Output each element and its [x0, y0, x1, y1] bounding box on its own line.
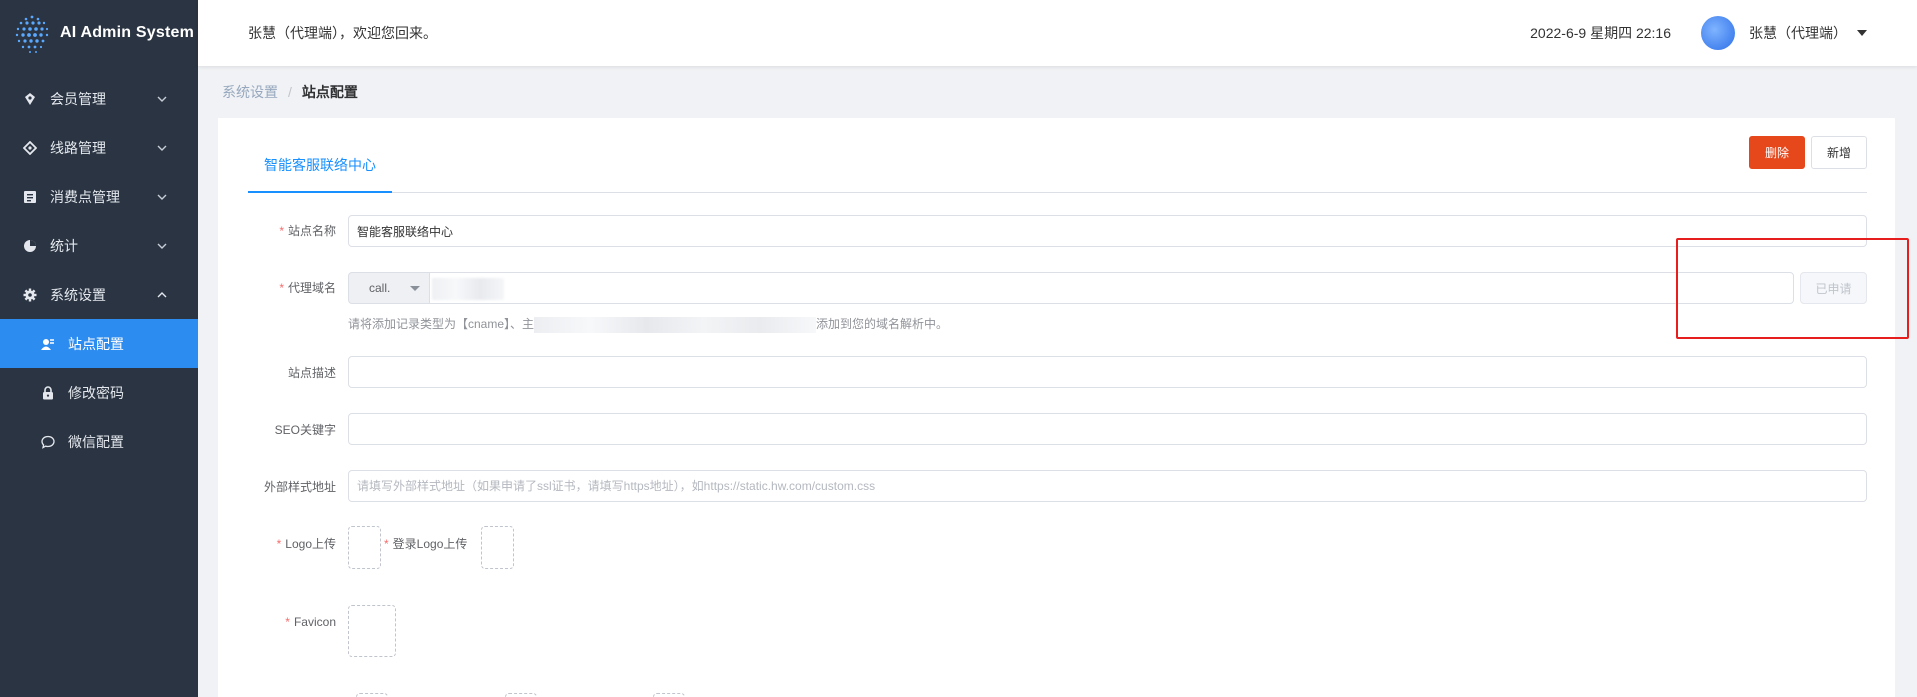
logo-upload-box[interactable]: [348, 526, 381, 569]
datetime: 2022-6-9 星期四 22:16: [1530, 25, 1671, 41]
required-mark: *: [279, 224, 284, 238]
breadcrumb-item-site-config: 站点配置: [301, 84, 358, 100]
logo-upload-label: * Logo上传: [276, 537, 336, 551]
member-icon: [22, 91, 38, 107]
tab-smart-service-center[interactable]: 智能客服联络中心: [248, 138, 392, 193]
domain-prefix-value: call.: [369, 281, 391, 295]
redacted-domain: [432, 278, 504, 300]
pie-chart-icon: [22, 238, 38, 254]
sidebar-item-label: 统计: [50, 237, 78, 254]
upload-box-partial[interactable]: [356, 693, 388, 697]
sidebar: AI Admin System 会员管理 线路管理 消费点管理 统计 系统设置: [0, 0, 198, 697]
sidebar-item-label: 消费点管理: [50, 188, 120, 205]
sidebar-item-member[interactable]: 会员管理: [0, 74, 198, 123]
delete-button[interactable]: 删除: [1749, 136, 1805, 169]
sidebar-item-label: 线路管理: [50, 139, 106, 156]
external-style-input[interactable]: [348, 470, 1867, 502]
required-mark: *: [279, 281, 284, 295]
avatar[interactable]: [1701, 16, 1735, 50]
sidebar-item-system-settings[interactable]: 系统设置: [0, 270, 198, 319]
site-name-label: * 站点名称: [279, 224, 336, 238]
sidebar-item-label: 微信配置: [68, 433, 124, 450]
caret-down-icon[interactable]: [1857, 30, 1867, 36]
sidebar-item-change-password[interactable]: 修改密码: [0, 368, 198, 417]
chevron-up-icon: [157, 291, 167, 297]
favicon-label: * Favicon: [285, 615, 336, 629]
proxy-domain-label: * 代理域名: [279, 281, 336, 295]
breadcrumb-separator: /: [288, 84, 292, 100]
required-mark: *: [276, 537, 282, 551]
highlight-box: [1676, 238, 1909, 339]
seo-keywords-label: SEO关键字: [274, 423, 336, 437]
upload-box-partial[interactable]: [505, 693, 537, 697]
chevron-down-icon: [157, 194, 167, 200]
welcome-message: 张慧（代理端），欢迎您回来。: [248, 25, 437, 41]
sidebar-item-site-config[interactable]: 站点配置: [0, 319, 198, 368]
login-logo-upload-label: * 登录Logo上传: [384, 537, 468, 551]
chevron-down-icon: [157, 145, 167, 151]
site-name-input[interactable]: [348, 215, 1867, 247]
redacted-hint: [534, 316, 817, 333]
external-style-label: 外部样式地址: [263, 480, 336, 494]
sidebar-item-label: 会员管理: [50, 90, 106, 107]
sidebar-item-route[interactable]: 线路管理: [0, 123, 198, 172]
chat-icon: [40, 434, 56, 450]
top-header: 张慧（代理端），欢迎您回来。 2022-6-9 星期四 22:16 张慧（代理端…: [198, 0, 1917, 66]
required-mark: *: [285, 615, 290, 629]
chevron-down-icon: [157, 96, 167, 102]
sidebar-item-label: 站点配置: [68, 335, 124, 352]
gear-icon: [22, 287, 38, 303]
brand[interactable]: AI Admin System: [0, 0, 198, 66]
consume-icon: [22, 189, 38, 205]
sidebar-item-stats[interactable]: 统计: [0, 221, 198, 270]
user-name[interactable]: 张慧（代理端）: [1749, 23, 1847, 43]
sidebar-item-wechat-config[interactable]: 微信配置: [0, 417, 198, 466]
tab-bar: 智能客服联络中心: [248, 138, 1867, 193]
upload-box-partial[interactable]: [653, 693, 685, 697]
breadcrumb-item-system-settings[interactable]: 系统设置: [222, 82, 278, 102]
chevron-down-icon: [157, 243, 167, 249]
required-mark: *: [384, 537, 389, 551]
sidebar-item-label: 系统设置: [50, 286, 106, 303]
header-right: 2022-6-9 星期四 22:16 张慧（代理端）: [1530, 0, 1867, 66]
site-icon: [40, 336, 56, 352]
site-desc-input[interactable]: [348, 356, 1867, 388]
favicon-upload-box[interactable]: [348, 605, 396, 657]
add-button[interactable]: 新增: [1811, 136, 1867, 169]
lock-icon: [40, 385, 56, 401]
caret-down-icon: [410, 285, 421, 291]
proxy-domain-input[interactable]: [429, 272, 1794, 304]
app-title: AI Admin System: [60, 24, 194, 41]
dot-globe-logo-icon: [15, 15, 49, 53]
proxy-domain-hint: 请将添加记录类型为【cname】、主 添加到您的域名解析中。: [348, 316, 949, 333]
sidebar-item-consume[interactable]: 消费点管理: [0, 172, 198, 221]
main-card: 智能客服联络中心 删除 新增: [218, 118, 1895, 697]
sidebar-item-label: 修改密码: [68, 384, 124, 401]
domain-prefix-select[interactable]: call.: [348, 272, 430, 304]
breadcrumb: 系统设置 / 站点配置: [222, 82, 358, 102]
route-icon: [22, 140, 38, 156]
seo-keywords-input[interactable]: [348, 413, 1867, 445]
login-logo-upload-box[interactable]: [481, 526, 514, 569]
site-desc-label: 站点描述: [287, 366, 336, 380]
